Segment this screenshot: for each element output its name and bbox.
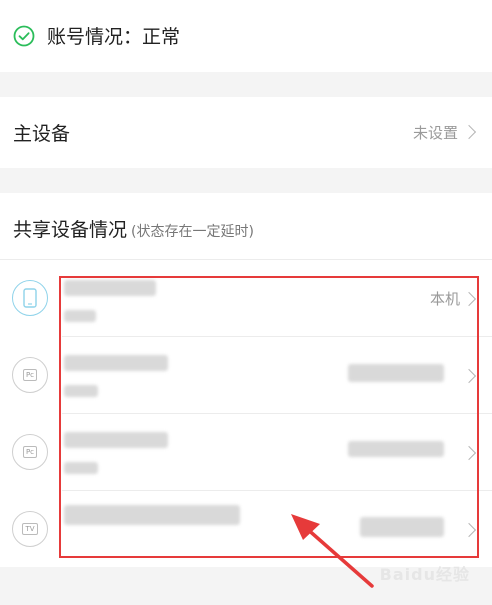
phone-icon [12,280,48,316]
blurred-device-detail [64,385,98,397]
chevron-right-icon [461,124,477,140]
pc-icon-label: Pc [22,369,38,381]
shared-device-row[interactable]: 本机 [0,260,492,337]
tv-icon: TV [12,511,48,547]
chevron-right-icon [461,368,477,384]
main-device-title: 主设备 [13,123,71,145]
blurred-device-name [64,432,168,448]
account-status-text: 账号情况：正常 [47,26,181,48]
chevron-right-icon [461,522,477,538]
blurred-device-status [348,441,444,457]
blurred-device-status [360,517,444,537]
pc-icon-label: Pc [22,446,38,458]
shared-device-row[interactable]: TV [0,491,492,568]
chevron-right-icon [461,291,477,307]
main-device-value: 未设置 [412,124,458,142]
chevron-right-icon [461,445,477,461]
blurred-device-status [348,364,444,382]
shared-devices-note: (状态存在一定延时) [131,224,254,240]
blurred-device-name [64,355,168,371]
blurred-device-name [64,280,156,296]
check-circle-icon [13,25,35,47]
blurred-device-name [64,505,240,525]
main-device-row[interactable]: 主设备 未设置 [0,97,492,168]
tv-icon-label: TV [22,523,38,535]
shared-device-row[interactable]: Pc [0,414,492,491]
pc-icon: Pc [12,434,48,470]
device-right-label: 本机 [429,290,460,308]
shared-devices-title: 共享设备情况 [13,219,128,241]
blurred-device-detail [64,462,98,474]
shared-devices-section: 共享设备情况 (状态存在一定延时) 本机 Pc Pc TV [0,193,492,567]
blurred-device-detail [64,310,96,322]
shared-devices-header: 共享设备情况 (状态存在一定延时) [13,215,254,242]
watermark-logo: Baidu经验 [379,565,470,584]
pc-icon: Pc [12,357,48,393]
account-status-section: 账号情况：正常 [0,0,492,72]
shared-device-row[interactable]: Pc [0,337,492,414]
